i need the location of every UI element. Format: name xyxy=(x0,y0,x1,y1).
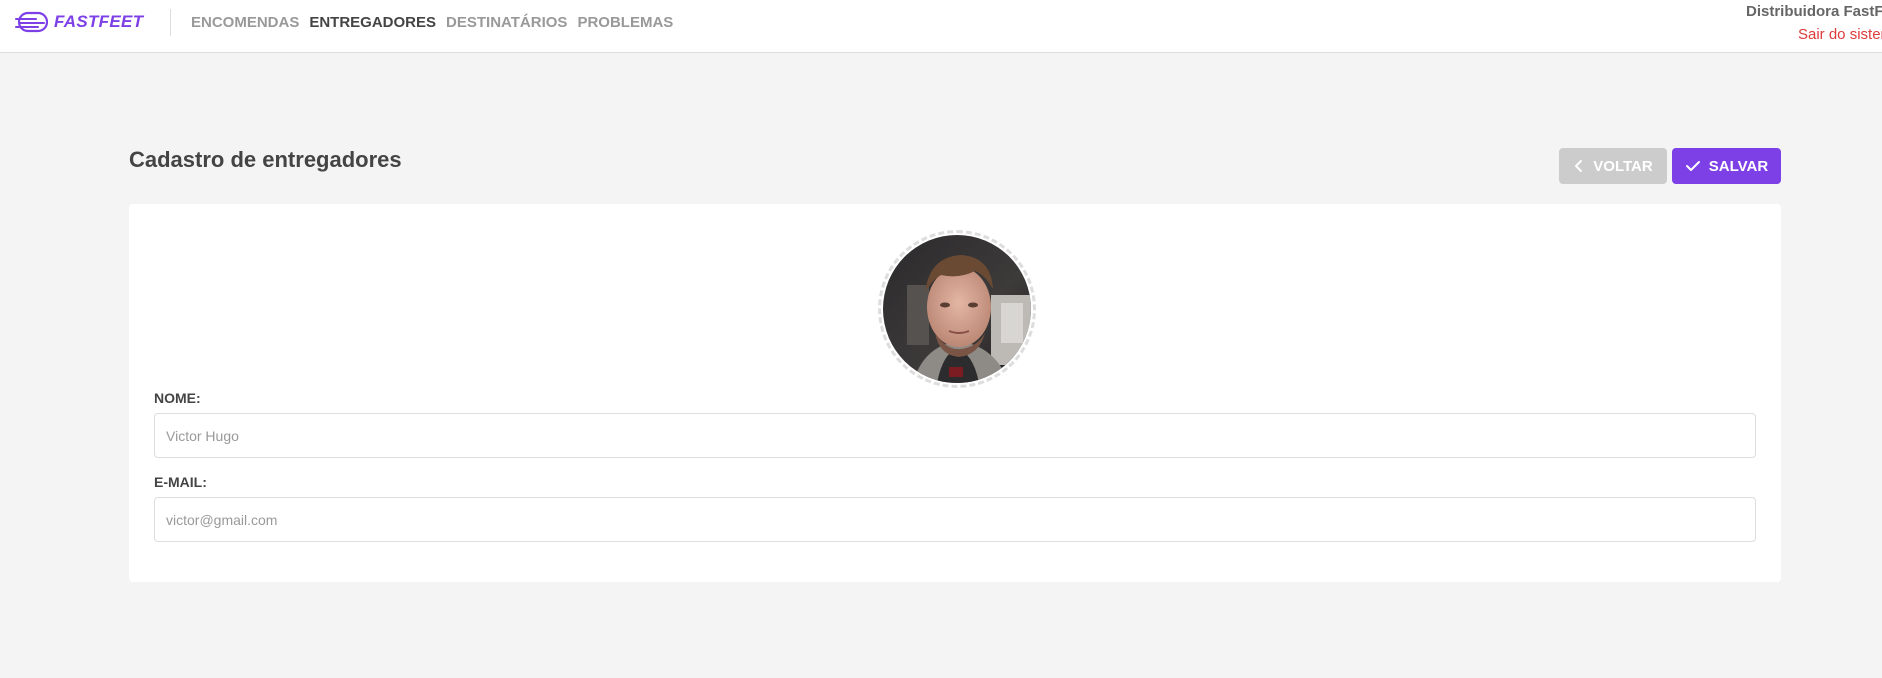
logout-link[interactable]: Sair do sistema xyxy=(1746,26,1882,44)
page-title: Cadastro de entregadores xyxy=(129,147,402,172)
header-divider xyxy=(170,9,171,36)
avatar-upload[interactable] xyxy=(878,230,1036,388)
chevron-left-icon xyxy=(1575,160,1583,172)
email-label: E-MAIL: xyxy=(154,474,207,490)
nav-item-destinatarios[interactable]: DESTINATÁRIOS xyxy=(446,14,567,31)
top-header: FASTFEET ENCOMENDAS ENTREGADORES DESTINA… xyxy=(0,0,1882,53)
nav-item-problemas[interactable]: PROBLEMAS xyxy=(577,14,673,31)
logo-text: FASTFEET xyxy=(54,12,144,31)
save-button[interactable]: SALVAR xyxy=(1672,148,1781,184)
main-nav: ENCOMENDAS ENTREGADORES DESTINATÁRIOS PR… xyxy=(191,14,673,31)
check-icon xyxy=(1685,161,1700,171)
back-button-label: VOLTAR xyxy=(1593,157,1653,175)
save-button-label: SALVAR xyxy=(1708,157,1769,175)
user-profile: Distribuidora FastFeet Sair do sistema xyxy=(1746,3,1882,44)
avatar-photo xyxy=(883,235,1031,383)
delivery-truck-logo-icon xyxy=(15,11,48,33)
back-button[interactable]: VOLTAR xyxy=(1559,148,1667,184)
profile-name: Distribuidora FastFeet xyxy=(1746,3,1882,20)
nav-item-encomendas[interactable]: ENCOMENDAS xyxy=(191,14,299,31)
app-logo[interactable]: FASTFEET xyxy=(14,10,143,34)
nav-item-entregadores[interactable]: ENTREGADORES xyxy=(309,14,436,31)
name-input[interactable] xyxy=(154,413,1756,458)
email-input[interactable] xyxy=(154,497,1756,542)
courier-form-card: NOME: E-MAIL: xyxy=(129,204,1781,582)
name-label: NOME: xyxy=(154,390,201,406)
